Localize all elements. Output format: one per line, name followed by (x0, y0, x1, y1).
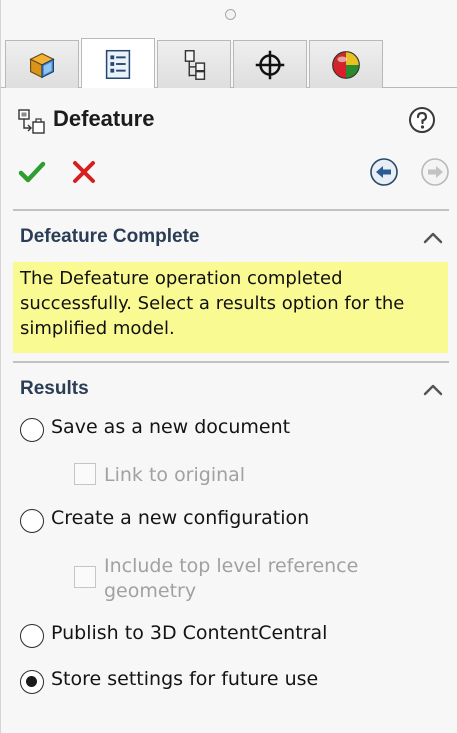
property-list-icon (105, 49, 131, 79)
radio-button[interactable] (20, 509, 44, 533)
forward-arrow-icon[interactable] (419, 156, 451, 188)
back-arrow-icon[interactable] (368, 156, 400, 188)
radio-label: Store settings for future use (51, 668, 319, 690)
chevron-up-icon[interactable] (421, 381, 445, 399)
property-manager-header: Defeature (1, 100, 457, 140)
section-divider (13, 361, 449, 363)
x-icon[interactable] (68, 156, 100, 188)
radio-label: Publish to 3D ContentCentral (51, 622, 328, 644)
chevron-up-icon[interactable] (421, 229, 445, 247)
defeature-icon (18, 109, 45, 134)
radio-save-new-document[interactable]: Save as a new document (20, 415, 320, 445)
checkbox[interactable] (74, 566, 96, 588)
checkbox[interactable] (74, 463, 96, 485)
section-header-defeature-complete[interactable]: Defeature Complete (1, 223, 457, 253)
radio-publish-3d-contentcentral[interactable]: Publish to 3D ContentCentral (20, 621, 350, 651)
panel-grip-handle[interactable] (225, 9, 236, 20)
color-ball-icon (332, 50, 360, 79)
section-divider (13, 209, 449, 211)
tab-featuremanager[interactable] (5, 40, 79, 88)
radio-create-new-configuration[interactable]: Create a new configuration (20, 506, 340, 536)
tab-propertymanager[interactable] (81, 38, 155, 88)
tab-dimxpertmanager[interactable] (233, 40, 307, 88)
page-title: Defeature (53, 106, 155, 131)
section-title: Defeature Complete (20, 226, 200, 247)
completion-message: The Defeature operation completed succes… (13, 262, 448, 353)
tab-configurationmanager[interactable] (157, 40, 231, 88)
property-manager-panel: Defeature Defeature Complete The Defeatu… (0, 0, 457, 733)
checkbox-label: Link to original (104, 464, 246, 486)
part-cube-icon (29, 52, 55, 78)
radio-store-settings[interactable]: Store settings for future use (20, 667, 340, 697)
help-icon[interactable] (407, 105, 437, 135)
tab-displaymanager[interactable] (309, 40, 383, 88)
crosshair-icon (255, 50, 285, 79)
radio-button[interactable] (20, 670, 44, 694)
manager-tab-bar (1, 38, 457, 88)
radio-button[interactable] (20, 624, 44, 648)
checkbox-label: Include top level reference geometry (104, 555, 359, 602)
radio-label: Save as a new document (51, 416, 291, 438)
checkbox-link-to-original[interactable]: Link to original (74, 463, 294, 493)
radio-button[interactable] (20, 418, 44, 442)
configuration-tree-icon (184, 49, 206, 80)
checkmark-icon[interactable] (16, 156, 48, 188)
checkbox-include-reference-geometry[interactable]: Include top level reference geometry (74, 554, 374, 606)
section-title: Results (20, 378, 89, 399)
radio-label: Create a new configuration (51, 507, 310, 529)
action-toolbar (1, 152, 457, 192)
section-header-results[interactable]: Results (1, 375, 457, 405)
